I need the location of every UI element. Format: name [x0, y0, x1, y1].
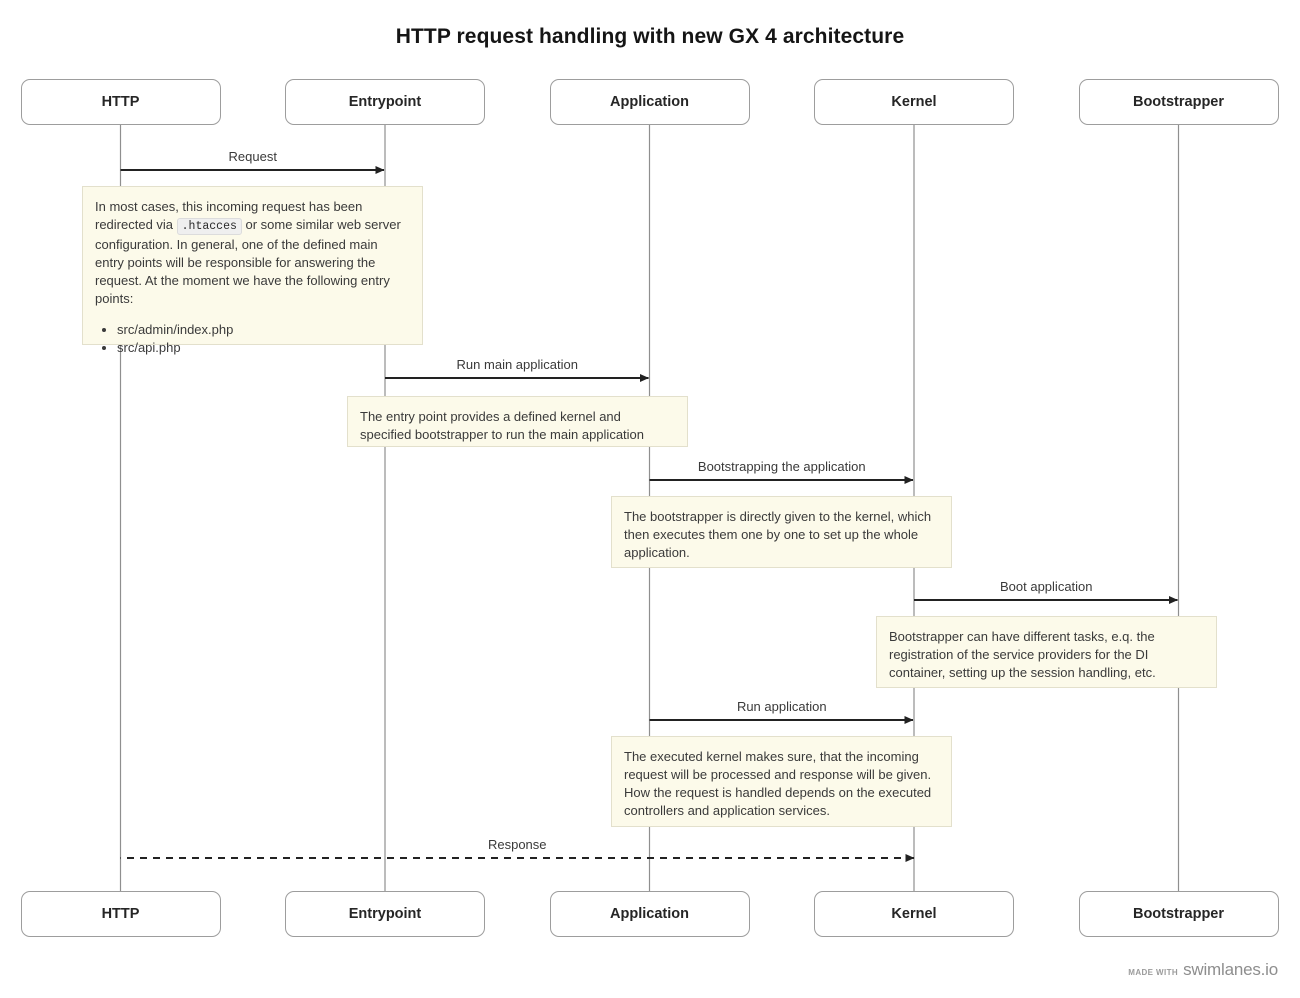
- participant-bottom-entrypoint[interactable]: Entrypoint: [285, 891, 485, 937]
- participant-bottom-kernel[interactable]: Kernel: [814, 891, 1014, 937]
- footer-brand[interactable]: MADE WITH swimlanes.io: [1128, 960, 1278, 980]
- message-label-1: Run main application: [456, 357, 578, 372]
- participant-top-kernel[interactable]: Kernel: [814, 79, 1014, 125]
- participant-bottom-bootstrapper[interactable]: Bootstrapper: [1078, 891, 1279, 937]
- participant-bottom-http[interactable]: HTTP: [20, 891, 221, 937]
- note-executed-kernel: The executed kernel makes sure, that the…: [611, 736, 952, 827]
- note-list-item: src/api.php: [117, 339, 410, 357]
- participant-top-application[interactable]: Application: [549, 79, 750, 125]
- participant-label: HTTP: [101, 906, 140, 922]
- note-text: The bootstrapper is directly given to th…: [624, 509, 932, 560]
- note-entry-points: In most cases, this incoming request has…: [82, 186, 423, 355]
- note-text: The executed kernel makes sure, that the…: [624, 749, 932, 818]
- participant-label: Entrypoint: [348, 94, 422, 110]
- note-bootstrapper-tasks: Bootstrapper can have different tasks, e…: [876, 616, 1217, 688]
- participant-top-entrypoint[interactable]: Entrypoint: [285, 79, 485, 125]
- participant-top-http[interactable]: HTTP: [20, 79, 221, 125]
- participant-label: Kernel: [891, 94, 937, 110]
- message-label-4: Run application: [736, 699, 827, 714]
- message-label-2: Bootstrapping the application: [697, 459, 866, 474]
- sequence-diagram-canvas: HTTP request handling with new GX 4 arch…: [0, 0, 1300, 998]
- message-label-3: Boot application: [999, 579, 1093, 594]
- note-text: Bootstrapper can have different tasks, e…: [889, 629, 1156, 680]
- participant-label: Bootstrapper: [1132, 94, 1225, 110]
- note-bootstrapper-given-to-kernel: The bootstrapper is directly given to th…: [611, 496, 952, 568]
- note-inline-code: .htacces: [176, 218, 242, 235]
- participant-label: HTTP: [101, 94, 140, 110]
- participant-label: Entrypoint: [348, 906, 422, 922]
- note-entry-point-provides: The entry point provides a defined kerne…: [347, 396, 688, 447]
- message-label-5: Response: [487, 837, 547, 852]
- footer-made-with-label: MADE WITH: [1128, 968, 1179, 977]
- note-list: src/admin/index.phpsrc/api.php: [95, 321, 410, 357]
- participant-label: Application: [610, 94, 689, 110]
- footer-brand-logo: swimlanes.io: [1183, 960, 1278, 979]
- participant-label: Bootstrapper: [1132, 906, 1225, 922]
- participant-label: Kernel: [891, 906, 937, 922]
- message-label-0: Request: [228, 149, 277, 164]
- participant-top-bootstrapper[interactable]: Bootstrapper: [1078, 79, 1279, 125]
- note-text: The entry point provides a defined kerne…: [360, 409, 645, 442]
- note-list-item: src/admin/index.php: [117, 321, 410, 339]
- note-text: In most cases, this incoming request has…: [95, 198, 410, 308]
- participant-bottom-application[interactable]: Application: [549, 891, 750, 937]
- participant-label: Application: [610, 906, 689, 922]
